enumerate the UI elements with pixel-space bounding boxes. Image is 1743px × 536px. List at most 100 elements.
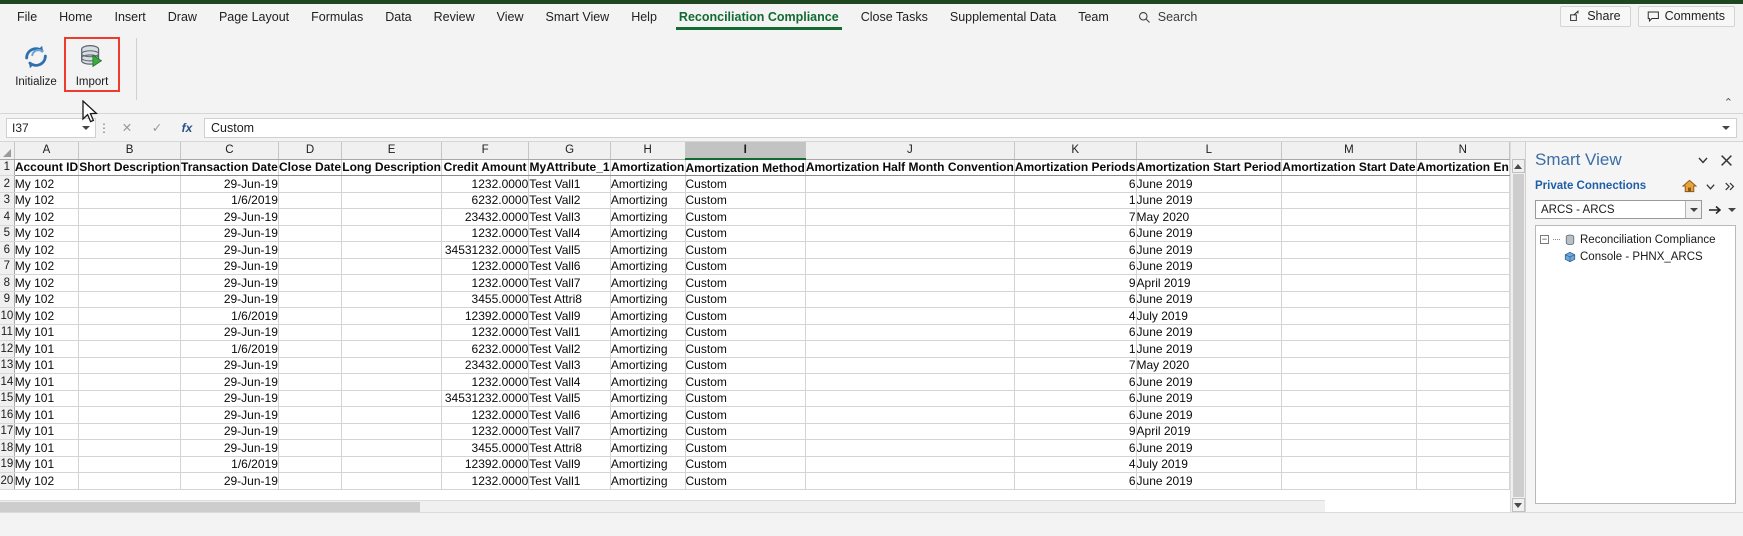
data-cell[interactable]: Test Attri8 [528, 439, 611, 457]
data-cell[interactable] [1281, 274, 1417, 292]
enter-formula-button[interactable]: ✓ [142, 118, 172, 138]
data-cell[interactable]: Amortizing [610, 439, 686, 457]
connection-dropdown-button[interactable] [1685, 201, 1701, 218]
data-cell[interactable]: My 101 [14, 406, 80, 424]
data-cell[interactable]: 7 [1014, 357, 1137, 374]
tab-page-layout[interactable]: Page Layout [208, 7, 300, 28]
data-cell[interactable]: 1232.0000 [441, 225, 530, 242]
data-cell[interactable] [278, 208, 343, 226]
column-title-cell[interactable]: Long Description [341, 159, 442, 176]
data-cell[interactable]: Test Vall6 [528, 406, 611, 424]
vertical-scrollbar-thumb[interactable] [1512, 174, 1524, 497]
data-cell[interactable]: Amortizing [610, 456, 686, 473]
data-cell[interactable] [341, 225, 442, 242]
data-cell[interactable] [805, 472, 1015, 490]
data-cell[interactable]: Amortizing [610, 175, 686, 193]
data-cell[interactable]: My 102 [14, 472, 80, 490]
column-header-i[interactable]: I [685, 142, 806, 160]
row-header-18[interactable]: 18 [0, 439, 15, 457]
tree-node-console-phnx-arcs[interactable]: Console - PHNX_ARCS [1540, 248, 1731, 265]
data-cell[interactable] [278, 291, 343, 308]
data-cell[interactable]: June 2019 [1136, 291, 1283, 308]
data-cell[interactable] [78, 274, 181, 292]
tab-review[interactable]: Review [423, 7, 486, 28]
data-cell[interactable]: Test Attri8 [528, 291, 611, 308]
data-cell[interactable] [78, 225, 181, 242]
data-cell[interactable]: 6 [1014, 472, 1137, 490]
data-cell[interactable] [805, 175, 1015, 193]
column-title-cell[interactable]: Close Date [278, 159, 343, 176]
data-cell[interactable] [805, 340, 1015, 358]
data-cell[interactable] [341, 208, 442, 226]
column-header-a[interactable]: A [14, 142, 80, 160]
data-cell[interactable]: April 2019 [1136, 423, 1283, 440]
formula-bar-expand-icon[interactable] [1722, 125, 1730, 130]
data-cell[interactable] [1416, 291, 1510, 308]
data-cell[interactable] [1281, 324, 1417, 341]
data-cell[interactable]: 9 [1014, 274, 1137, 292]
row-header-5[interactable]: 5 [0, 225, 15, 242]
data-cell[interactable]: Custom [685, 291, 806, 308]
select-all-corner[interactable] [0, 142, 15, 160]
data-cell[interactable]: 9 [1014, 423, 1137, 440]
data-cell[interactable]: July 2019 [1136, 456, 1283, 473]
data-cell[interactable]: Test Vall3 [528, 208, 611, 226]
data-cell[interactable]: My 102 [14, 291, 80, 308]
data-cell[interactable]: 1 [1014, 192, 1137, 209]
data-cell[interactable] [1416, 423, 1510, 440]
tab-insert[interactable]: Insert [104, 7, 157, 28]
data-cell[interactable]: Custom [685, 274, 806, 292]
data-cell[interactable]: Test Vall5 [528, 241, 611, 259]
data-cell[interactable]: My 102 [14, 274, 80, 292]
data-cell[interactable] [341, 340, 442, 358]
column-header-e[interactable]: E [341, 142, 442, 160]
data-cell[interactable]: Amortizing [610, 274, 686, 292]
data-cell[interactable]: My 102 [14, 258, 80, 275]
data-cell[interactable]: My 101 [14, 324, 80, 341]
data-cell[interactable] [1416, 456, 1510, 473]
data-cell[interactable]: 6 [1014, 258, 1137, 275]
data-cell[interactable]: 3455.0000 [441, 291, 530, 308]
tab-file[interactable]: File [6, 7, 48, 28]
row-header-6[interactable]: 6 [0, 241, 15, 259]
data-cell[interactable]: July 2019 [1136, 307, 1283, 325]
data-cell[interactable] [805, 390, 1015, 407]
data-cell[interactable] [78, 340, 181, 358]
column-title-cell[interactable]: Amortization Start Date [1281, 159, 1417, 176]
data-cell[interactable]: June 2019 [1136, 406, 1283, 424]
data-cell[interactable] [78, 258, 181, 275]
row-header-11[interactable]: 11 [0, 324, 15, 341]
data-cell[interactable]: Custom [685, 192, 806, 209]
data-cell[interactable] [78, 192, 181, 209]
data-cell[interactable] [1281, 241, 1417, 259]
data-cell[interactable]: 6 [1014, 225, 1137, 242]
data-cell[interactable] [1281, 373, 1417, 391]
column-header-b[interactable]: B [78, 142, 181, 160]
data-cell[interactable]: My 102 [14, 225, 80, 242]
vertical-scrollbar[interactable] [1510, 142, 1525, 512]
data-cell[interactable]: Test Vall2 [528, 340, 611, 358]
search-box[interactable]: Search [1120, 10, 1197, 24]
data-cell[interactable] [278, 274, 343, 292]
data-cell[interactable]: 6232.0000 [441, 192, 530, 209]
data-cell[interactable] [1281, 472, 1417, 490]
column-header-j[interactable]: J [805, 142, 1015, 160]
data-cell[interactable] [1281, 291, 1417, 308]
data-cell[interactable]: Test Vall5 [528, 390, 611, 407]
data-cell[interactable]: 3455.0000 [441, 439, 530, 457]
data-cell[interactable] [1281, 406, 1417, 424]
column-title-cell[interactable]: Short Description [78, 159, 181, 176]
data-cell[interactable]: 29-Jun-19 [180, 274, 279, 292]
data-cell[interactable]: 1232.0000 [441, 472, 530, 490]
data-cell[interactable]: 4 [1014, 456, 1137, 473]
data-cell[interactable] [805, 439, 1015, 457]
data-cell[interactable]: 29-Jun-19 [180, 324, 279, 341]
horizontal-scrollbar[interactable] [0, 500, 1325, 512]
column-title-cell[interactable]: Amortization En [1416, 159, 1510, 176]
data-cell[interactable]: June 2019 [1136, 340, 1283, 358]
data-cell[interactable] [278, 225, 343, 242]
data-cell[interactable]: 6 [1014, 373, 1137, 391]
double-chevron-right-icon[interactable] [1724, 181, 1736, 192]
tab-data[interactable]: Data [374, 7, 422, 28]
data-cell[interactable]: Amortizing [610, 307, 686, 325]
